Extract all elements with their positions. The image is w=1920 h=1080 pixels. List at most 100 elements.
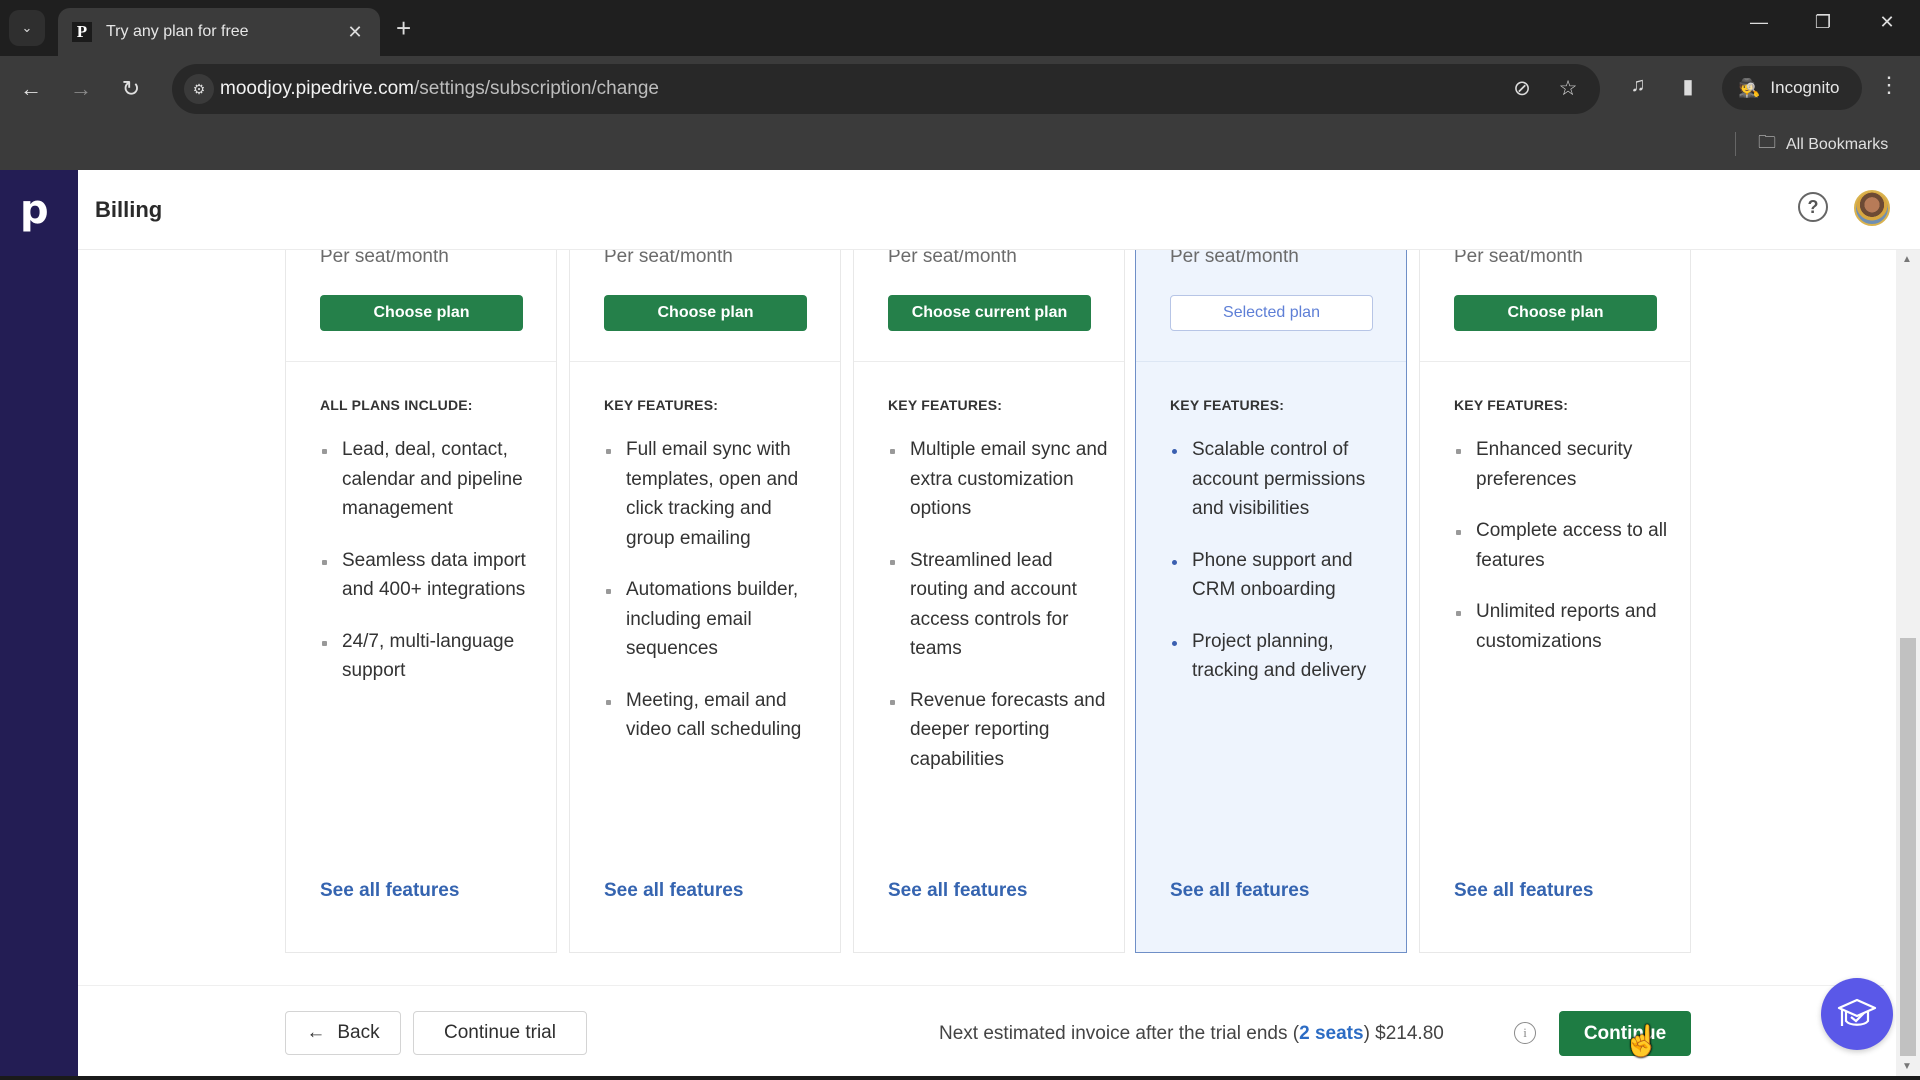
feature-item: Seamless data import and 400+ integratio… bbox=[320, 546, 540, 605]
folder-icon: 🗀 bbox=[1758, 132, 1776, 152]
see-all-features-link[interactable]: See all features bbox=[1170, 880, 1309, 902]
incognito-icon: 🕵 bbox=[1738, 77, 1761, 98]
url-path: /settings/subscription/change bbox=[413, 78, 660, 99]
incognito-profile-button[interactable]: 🕵 Incognito bbox=[1722, 66, 1862, 110]
price-unit: Per seat/month bbox=[604, 250, 733, 267]
close-tab-icon[interactable]: ✕ bbox=[344, 22, 366, 43]
features-heading: KEY FEATURES: bbox=[1170, 397, 1285, 413]
tab-list-button[interactable]: ⌄ bbox=[9, 10, 45, 46]
scroll-down-arrow-icon[interactable]: ▼ bbox=[1902, 1061, 1912, 1072]
page-scrollbar[interactable]: ▲ ▼ bbox=[1896, 250, 1920, 1076]
bookmarks-divider bbox=[1735, 132, 1736, 156]
hand-pointer-cursor-icon: ☝ bbox=[1623, 1025, 1661, 1058]
feature-item: Lead, deal, contact, calendar and pipeli… bbox=[320, 435, 540, 524]
forward-nav-button[interactable]: → bbox=[66, 74, 96, 104]
screen-bottom-edge bbox=[0, 1076, 1920, 1080]
reload-icon: ↻ bbox=[121, 76, 141, 101]
url-host: moodjoy.pipedrive.com bbox=[220, 78, 414, 99]
price-unit: Per seat/month bbox=[1454, 250, 1583, 267]
price-unit: Per seat/month bbox=[1170, 250, 1299, 267]
choose-plan-button[interactable]: Choose plan bbox=[320, 295, 523, 331]
tab-title: Try any plan for free bbox=[106, 23, 249, 40]
side-panel-icon[interactable]: ▮ bbox=[1674, 74, 1702, 99]
browser-tab-active[interactable]: P Try any plan for free ✕ bbox=[58, 8, 380, 56]
feature-item: Streamlined lead routing and account acc… bbox=[888, 546, 1108, 664]
browser-toolbar: ← → ↻ ⚙ moodjoy.pipedrive.com/settings/s… bbox=[0, 56, 1920, 122]
feature-list: Enhanced security preferences Complete a… bbox=[1454, 435, 1674, 678]
selected-plan-button[interactable]: Selected plan bbox=[1170, 295, 1373, 331]
scrollbar-thumb[interactable] bbox=[1900, 638, 1916, 1056]
see-all-features-link[interactable]: See all features bbox=[320, 880, 459, 902]
plan-card-header: Per seat/month Choose plan bbox=[570, 250, 840, 362]
scroll-up-arrow-icon[interactable]: ▲ bbox=[1902, 254, 1912, 265]
tune-icon: ⚙ bbox=[192, 80, 206, 97]
seats-link[interactable]: 2 seats bbox=[1299, 1023, 1363, 1044]
back-button[interactable]: ← Back bbox=[285, 1011, 401, 1055]
bookmark-star-icon[interactable]: ☆ bbox=[1554, 76, 1582, 101]
choose-current-plan-button[interactable]: Choose current plan bbox=[888, 295, 1091, 331]
browser-menu-icon[interactable]: ⋮ bbox=[1878, 72, 1900, 98]
graduation-cap-icon bbox=[1837, 998, 1877, 1026]
plan-card-header: Per seat/month Choose current plan bbox=[854, 250, 1124, 362]
site-info-button[interactable]: ⚙ bbox=[184, 74, 214, 104]
media-control-icon[interactable]: ♫ bbox=[1624, 74, 1652, 97]
feature-item: Unlimited reports and customizations bbox=[1454, 597, 1674, 656]
arrow-left-icon: ← bbox=[306, 1022, 326, 1043]
pipedrive-favicon-icon: P bbox=[72, 22, 92, 42]
back-label: Back bbox=[337, 1022, 380, 1043]
features-heading: KEY FEATURES: bbox=[888, 397, 1003, 413]
all-bookmarks-button[interactable]: 🗀 All Bookmarks bbox=[1758, 130, 1888, 160]
arrow-right-icon: → bbox=[70, 76, 92, 101]
arrow-left-icon: ← bbox=[20, 76, 42, 101]
academy-help-button[interactable] bbox=[1821, 978, 1893, 1050]
see-all-features-link[interactable]: See all features bbox=[888, 880, 1027, 902]
features-heading: KEY FEATURES: bbox=[1454, 397, 1569, 413]
pipedrive-logo[interactable]: p bbox=[20, 190, 49, 230]
page-title: Billing bbox=[95, 197, 163, 222]
plan-card: Per seat/month Choose plan KEY FEATURES:… bbox=[1419, 250, 1691, 953]
feature-item: Revenue forecasts and deeper reporting c… bbox=[888, 686, 1108, 775]
price-unit: Per seat/month bbox=[888, 250, 1017, 267]
url-text[interactable]: moodjoy.pipedrive.com/settings/subscript… bbox=[220, 78, 659, 100]
invoice-amount: ) $214.80 bbox=[1363, 1023, 1444, 1044]
feature-item: Multiple email sync and extra customizat… bbox=[888, 435, 1108, 524]
feature-list: Multiple email sync and extra customizat… bbox=[888, 435, 1108, 796]
continue-trial-button[interactable]: Continue trial bbox=[413, 1011, 587, 1055]
feature-item: Enhanced security preferences bbox=[1454, 435, 1674, 494]
feature-list: Scalable control of account permissions … bbox=[1170, 435, 1390, 708]
plan-card-header: Per seat/month Choose plan bbox=[1420, 250, 1690, 362]
address-bar[interactable]: ⚙ moodjoy.pipedrive.com/settings/subscri… bbox=[172, 64, 1600, 114]
restore-window-button[interactable]: ❐ bbox=[1808, 12, 1838, 33]
back-nav-button[interactable]: ← bbox=[16, 74, 46, 104]
close-window-button[interactable]: ✕ bbox=[1872, 12, 1902, 33]
plan-card-header: Per seat/month Choose plan bbox=[286, 250, 556, 362]
see-all-features-link[interactable]: See all features bbox=[604, 880, 743, 902]
plan-card-selected: Per seat/month Selected plan KEY FEATURE… bbox=[1135, 250, 1407, 953]
choose-plan-button[interactable]: Choose plan bbox=[1454, 295, 1657, 331]
plan-card-header: Per seat/month Selected plan bbox=[1136, 250, 1406, 362]
next-invoice-text: Next estimated invoice after the trial e… bbox=[939, 1023, 1444, 1045]
feature-item: Phone support and CRM onboarding bbox=[1170, 546, 1390, 605]
choose-plan-button[interactable]: Choose plan bbox=[604, 295, 807, 331]
plan-card: Per seat/month Choose current plan KEY F… bbox=[853, 250, 1125, 953]
reload-button[interactable]: ↻ bbox=[116, 74, 146, 104]
feature-item: Scalable control of account permissions … bbox=[1170, 435, 1390, 524]
app-sidebar: p bbox=[0, 170, 78, 1080]
feature-item: 24/7, multi-language support bbox=[320, 627, 540, 686]
feature-list: Lead, deal, contact, calendar and pipeli… bbox=[320, 435, 540, 708]
minimize-window-button[interactable]: — bbox=[1744, 12, 1774, 33]
features-heading: ALL PLANS INCLUDE: bbox=[320, 397, 473, 413]
new-tab-button[interactable]: + bbox=[396, 14, 411, 42]
incognito-label: Incognito bbox=[1770, 78, 1840, 97]
feature-item: Full email sync with templates, open and… bbox=[604, 435, 824, 553]
eye-off-icon[interactable]: ⊘ bbox=[1508, 76, 1536, 101]
features-heading: KEY FEATURES: bbox=[604, 397, 719, 413]
help-icon[interactable]: ? bbox=[1798, 192, 1828, 222]
user-avatar[interactable] bbox=[1854, 190, 1890, 226]
see-all-features-link[interactable]: See all features bbox=[1454, 880, 1593, 902]
checkout-footer: ← Back Continue trial Next estimated inv… bbox=[78, 985, 1884, 1080]
info-icon[interactable]: i bbox=[1514, 1022, 1536, 1044]
feature-item: Meeting, email and video call scheduling bbox=[604, 686, 824, 745]
invoice-prefix: Next estimated invoice after the trial e… bbox=[939, 1023, 1300, 1044]
app-header: Billing ? bbox=[78, 170, 1920, 250]
